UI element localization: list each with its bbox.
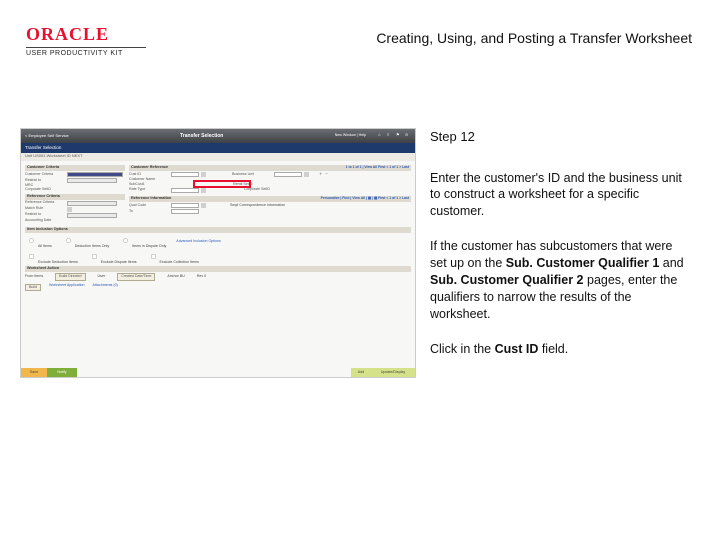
cust-id-field[interactable] <box>171 172 199 177</box>
topbar-title: Transfer Selection <box>77 134 327 139</box>
lookup-icon[interactable] <box>201 203 206 208</box>
page-title: Creating, Using, and Posting a Transfer … <box>376 30 692 46</box>
attachments-link[interactable]: Attachments (0) <box>93 284 118 292</box>
bottom-action-bar: Save Notify Add Update/Display <box>21 368 415 377</box>
ex-disp-check[interactable] <box>92 254 97 259</box>
update-display-button[interactable]: Update/Display <box>371 368 415 377</box>
build-directed-button[interactable]: Build Directed <box>55 273 85 281</box>
ref-criteria-select[interactable] <box>67 201 117 206</box>
topbar-icons: ⌂ ≡ ⚑ ⊙ <box>378 133 411 139</box>
build-button[interactable]: Build <box>25 284 41 292</box>
instruction-p2: If the customer has subcustomers that we… <box>430 238 692 322</box>
back-link[interactable]: < Employee Self Service <box>25 134 69 138</box>
instruction-p1: Enter the customer's ID and the business… <box>430 170 692 221</box>
ex-ded-check[interactable] <box>29 254 34 259</box>
restrict-to-ref-select[interactable] <box>67 213 117 218</box>
unit-worksheet-line: Unit US001 Worksheet ID NEXT <box>21 153 415 161</box>
created-dt-button[interactable]: Created Date/Time <box>117 273 155 281</box>
ded-only-radio[interactable] <box>66 238 71 243</box>
brand-block: ORACLE USER PRODUCTIVITY KIT <box>26 24 146 57</box>
add-row-icon[interactable]: ＋ <box>319 173 323 177</box>
item-incl-header: Item Inclusion Options <box>25 227 411 233</box>
home-icon[interactable]: ⌂ <box>378 133 384 139</box>
step-label: Step 12 <box>430 128 692 146</box>
cust-criteria-header: Customer Criteria <box>25 165 125 171</box>
lookup-icon[interactable] <box>304 172 309 177</box>
list-icon[interactable]: ≡ <box>387 133 393 139</box>
business-unit-field[interactable] <box>274 172 302 177</box>
brand-subtitle: USER PRODUCTIVITY KIT <box>26 47 146 57</box>
gear-icon[interactable]: ⊙ <box>405 133 411 139</box>
lookup-icon[interactable] <box>67 207 72 212</box>
save-button[interactable]: Save <box>21 368 47 377</box>
dispute-only-radio[interactable] <box>123 238 128 243</box>
cust-criteria-select[interactable] <box>67 172 123 177</box>
oracle-logo: ORACLE <box>26 24 146 45</box>
instruction-p3: Click in the Cust ID field. <box>430 341 692 358</box>
lookup-icon[interactable] <box>201 172 206 177</box>
section-title-bar: Transfer Selection <box>21 143 415 153</box>
ws-action-header: Worksheet Action <box>25 266 411 272</box>
all-items-radio[interactable] <box>29 238 34 243</box>
remove-row-icon[interactable]: － <box>325 173 329 177</box>
to-field[interactable] <box>171 209 199 214</box>
instruction-panel: Step 12 Enter the customer's ID and the … <box>430 128 692 378</box>
app-screenshot: < Employee Self Service Transfer Selecti… <box>20 128 416 378</box>
add-button[interactable]: Add <box>351 368 371 377</box>
new-window-link[interactable]: New Window | Help <box>335 134 366 138</box>
rate-type-field[interactable] <box>171 188 199 193</box>
restrict-to-select[interactable] <box>67 178 117 183</box>
ws-application-link[interactable]: Worksheet Application <box>49 284 85 292</box>
ex-coll-check[interactable] <box>151 254 156 259</box>
qual-code-field[interactable] <box>171 203 199 208</box>
flag-icon[interactable]: ⚑ <box>396 133 402 139</box>
notify-button[interactable]: Notify <box>47 368 77 377</box>
ref-criteria-header: Reference Criteria <box>25 194 125 200</box>
lookup-icon[interactable] <box>201 188 206 193</box>
app-topbar: < Employee Self Service Transfer Selecti… <box>21 129 415 143</box>
adv-incl-link[interactable]: Advanced Inclusion Options <box>176 240 221 244</box>
